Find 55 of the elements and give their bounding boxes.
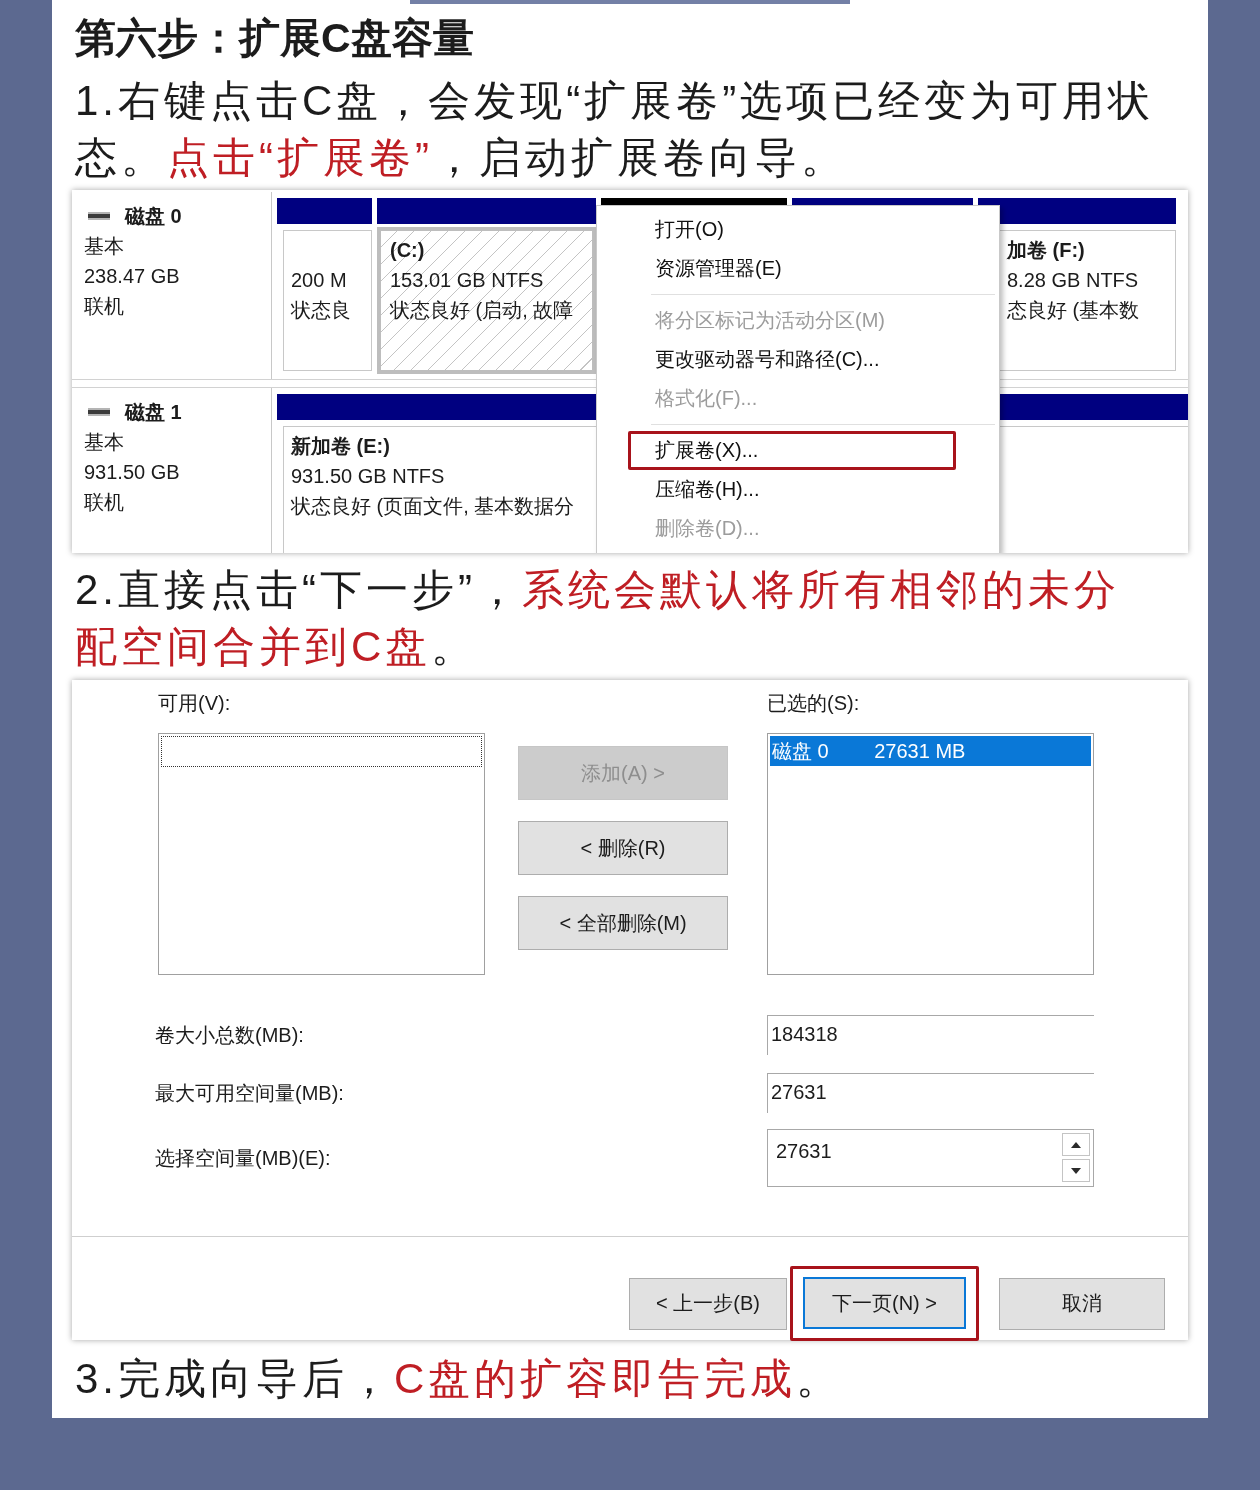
text-field[interactable]: 27631 [767, 1073, 1094, 1113]
step-text: 3.完成向导后，C盘的扩容即告完成。 [74, 1354, 844, 1404]
disk-type: 基本 [84, 234, 124, 259]
disk-name: 磁盘 0 [125, 204, 182, 229]
partition-box[interactable]: (C:) 153.01 GB NTFS 状态良好 (启动, 故障 [377, 227, 596, 374]
menu-item[interactable]: 扩展卷(X)... [628, 431, 956, 470]
step-text: 1.右键点击C盘，会发现“扩展卷”选项已经变为可用状态。点击“扩展卷”，启动扩展卷向导。 [74, 76, 1156, 183]
partition-capacity: 200 M [291, 268, 347, 293]
disk-drive-icon [88, 408, 110, 416]
step-text: 2.直接点击“下一步”，系统会默认将所有相邻的未分配空间合并到C盘。 [74, 565, 1121, 672]
partition-label: (C:) [390, 238, 425, 263]
caret-down-icon [1071, 1167, 1081, 1174]
menu-item[interactable]: 打开(O) [628, 210, 956, 249]
partition-label: 加卷 (F:) [1007, 238, 1085, 263]
disk-name: 磁盘 1 [125, 400, 182, 425]
dialog-button[interactable]: < 上一步(B) [629, 1277, 787, 1330]
disk-status: 联机 [84, 294, 124, 319]
partition-capacity: 153.01 GB NTFS [390, 268, 544, 293]
disk-size: 931.50 GB [84, 460, 180, 485]
partition-label: 新加卷 (E:) [291, 434, 390, 459]
menu-item[interactable]: 资源管理器(E) [628, 249, 956, 288]
list-label: 已选的(S): [767, 691, 860, 715]
menu-item[interactable]: 压缩卷(H)... [628, 470, 956, 509]
menu-item[interactable]: 更改驱动器号和路径(C)... [628, 340, 956, 379]
partition-box[interactable]: 新加卷 (E:) 931.50 GB NTFS 状态良好 (页面文件, 基本数据分 [283, 426, 591, 553]
spin-up-button[interactable] [1062, 1133, 1090, 1156]
dialog-button[interactable]: 取消 [999, 1277, 1165, 1330]
field-label: 选择空间量(MB)(E): [155, 1145, 332, 1171]
partition-status: 状态良好 (页面文件, 基本数据分 [291, 494, 575, 519]
partition-status: 状态良好 (启动, 故障 [390, 298, 574, 323]
partition-status: 态良好 (基本数 [1007, 298, 1140, 323]
spin-down-button[interactable] [1062, 1159, 1090, 1182]
disk-type: 基本 [84, 430, 124, 455]
list-box[interactable] [158, 733, 485, 975]
list-item[interactable]: 磁盘 0 27631 MB [770, 736, 1091, 766]
list-box[interactable]: 磁盘 0 27631 MB [767, 733, 1094, 975]
partition-capacity: 931.50 GB NTFS [291, 464, 445, 489]
move-button[interactable]: < 全部删除(M) [518, 896, 728, 950]
field-label: 卷大小总数(MB): [155, 1022, 305, 1048]
disk-size: 238.47 GB [84, 264, 180, 289]
text-field[interactable]: 184318 [767, 1015, 1094, 1055]
partition-bar[interactable] [792, 198, 973, 205]
dialog-button[interactable]: 下一页(N) > [803, 1277, 966, 1329]
disk-status: 联机 [84, 490, 124, 515]
field-label: 最大可用空间量(MB): [155, 1080, 345, 1106]
partition-box[interactable]: 200 M 状态良 [283, 230, 372, 371]
list-label: 可用(V): [158, 691, 231, 715]
page-heading: 第六步：扩展C盘容量 [75, 14, 475, 63]
partition-bar[interactable] [601, 198, 787, 205]
move-button[interactable]: < 删除(R) [518, 821, 728, 875]
partition-capacity: 8.28 GB NTFS [1007, 268, 1139, 293]
disk-drive-icon [88, 212, 110, 220]
spin-box[interactable]: 27631 [767, 1129, 1094, 1187]
partition-status: 状态良 [291, 298, 351, 323]
caret-up-icon [1071, 1141, 1081, 1148]
